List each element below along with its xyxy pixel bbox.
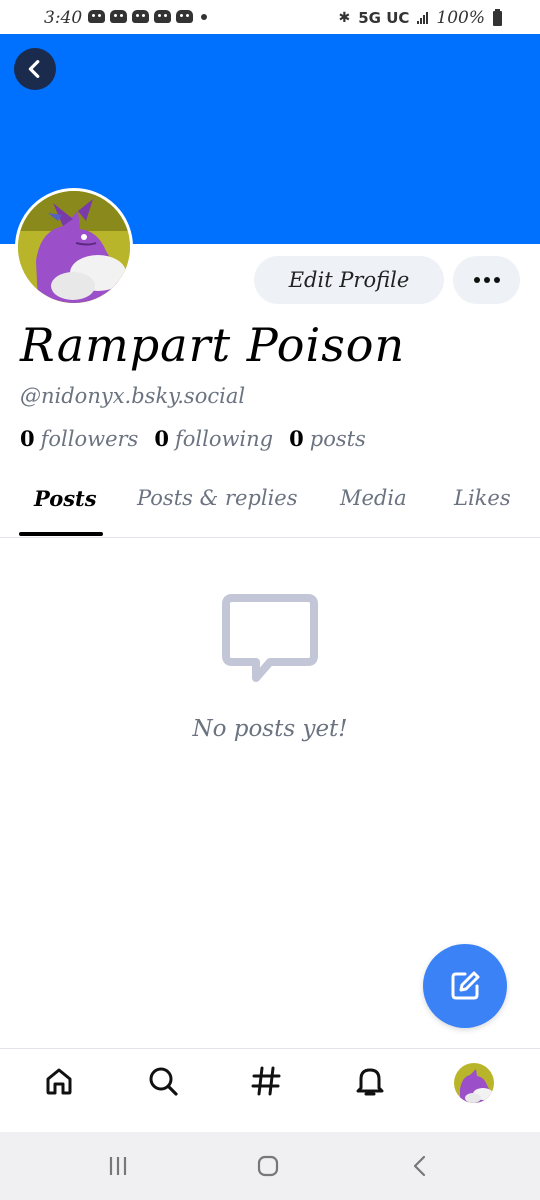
status-time: 3:40 — [44, 8, 83, 28]
nav-profile-avatar[interactable] — [454, 1063, 494, 1103]
tab-media[interactable]: Media — [340, 486, 407, 510]
notification-icons — [88, 10, 207, 23]
dot — [493, 277, 500, 283]
profile-tabs: Posts Posts & replies Media Likes — [0, 474, 540, 538]
following-stat[interactable]: 0 following — [154, 426, 273, 451]
system-back-button[interactable] — [404, 1150, 436, 1182]
nav-home[interactable] — [41, 1063, 77, 1099]
more-options-button[interactable] — [453, 256, 520, 304]
followers-count: 0 — [20, 426, 35, 451]
empty-state-text: No posts yet! — [192, 716, 348, 742]
display-name: Rampart Poison — [20, 318, 406, 372]
hashtag-icon — [251, 1066, 281, 1096]
back-chevron-icon — [413, 1155, 426, 1177]
profile-stats: 0 followers 0 following 0 posts — [20, 426, 366, 451]
discord-icon — [132, 10, 149, 23]
active-tab-indicator — [19, 532, 103, 536]
avatar-image — [454, 1063, 494, 1103]
more-notifications-dot — [201, 14, 207, 20]
following-label: following — [174, 427, 274, 451]
signal-icon — [417, 12, 429, 24]
tab-posts[interactable]: Posts — [34, 486, 97, 511]
discord-icon — [176, 10, 193, 23]
avatar-image — [18, 191, 130, 303]
home-circle-icon — [257, 1155, 279, 1177]
tab-likes[interactable]: Likes — [454, 486, 511, 510]
following-count: 0 — [154, 426, 169, 451]
posts-stat: 0 posts — [289, 426, 366, 451]
nav-feeds[interactable] — [248, 1063, 284, 1099]
dot — [483, 277, 490, 283]
posts-label: posts — [309, 427, 366, 451]
discord-icon — [88, 10, 105, 23]
bluetooth-icon: ✱ — [338, 10, 351, 26]
followers-stat[interactable]: 0 followers — [20, 426, 138, 451]
compose-icon — [451, 971, 480, 1000]
battery-percent: 100% — [436, 8, 485, 28]
discord-icon — [110, 10, 127, 23]
profile-handle: @nidonyx.bsky.social — [20, 384, 246, 408]
edit-profile-button[interactable]: Edit Profile — [254, 256, 444, 304]
tab-posts-replies[interactable]: Posts & replies — [137, 486, 298, 510]
chevron-left-icon — [28, 60, 40, 78]
status-bar: 3:40 ✱ 5G UC 100% — [0, 0, 540, 34]
recents-icon — [109, 1157, 127, 1175]
nav-notifications[interactable] — [352, 1063, 388, 1099]
discord-icon — [154, 10, 171, 23]
network-type: 5G UC — [358, 9, 410, 27]
followers-label: followers — [40, 427, 139, 451]
compose-button[interactable] — [423, 944, 507, 1028]
dot — [473, 277, 480, 283]
battery-icon — [493, 8, 502, 26]
profile-avatar[interactable] — [15, 188, 133, 306]
back-button[interactable] — [14, 48, 56, 90]
status-indicators: ✱ 5G UC 100% — [338, 8, 502, 28]
system-home-button[interactable] — [252, 1150, 284, 1182]
bell-icon — [356, 1068, 384, 1096]
search-icon — [149, 1067, 178, 1096]
recents-button[interactable] — [102, 1150, 134, 1182]
message-bubble-icon — [222, 590, 318, 686]
posts-count: 0 — [289, 426, 304, 451]
bottom-navigation — [0, 1048, 540, 1132]
nav-search[interactable] — [145, 1063, 181, 1099]
home-icon — [46, 1068, 72, 1095]
system-navigation-bar — [0, 1132, 540, 1200]
